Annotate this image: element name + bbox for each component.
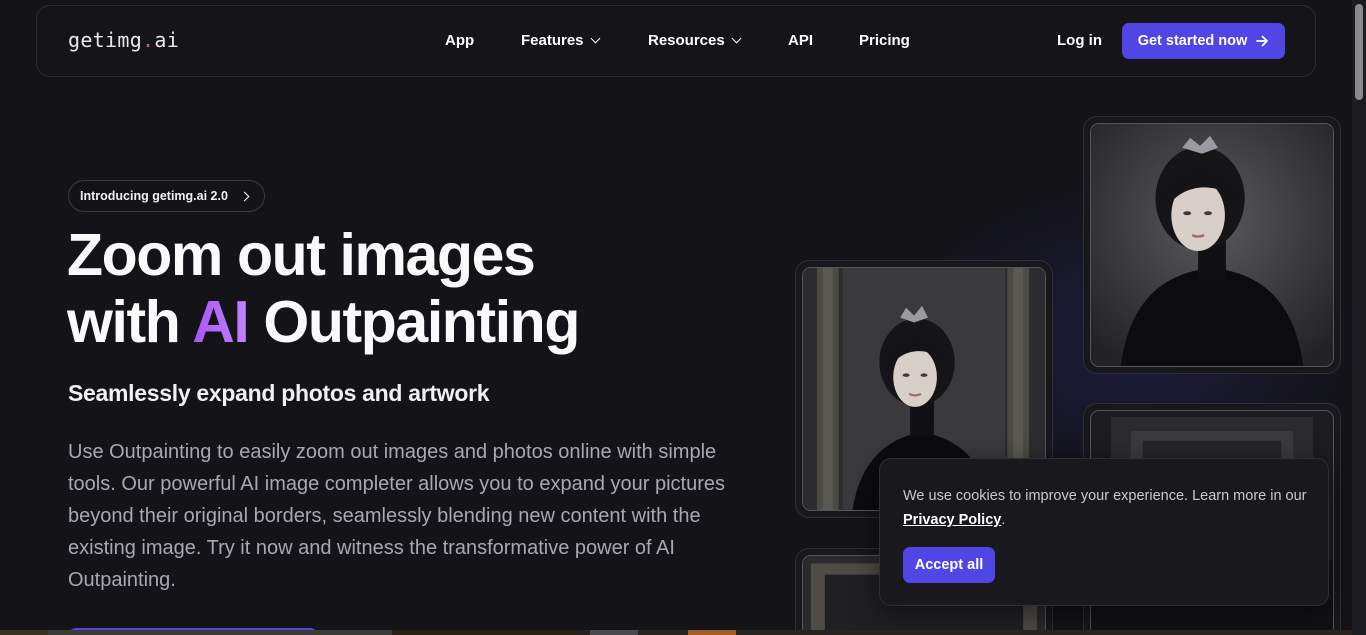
nav-link-label: Pricing: [859, 32, 910, 49]
get-started-button[interactable]: Get started now: [1122, 23, 1285, 59]
nav-link-app[interactable]: App: [445, 32, 474, 49]
logo-text-prefix: getimg: [68, 28, 143, 52]
gallery-image-original: [1083, 116, 1341, 374]
hero-subtitle: Seamlessly expand photos and artwork: [68, 380, 490, 406]
hero-title-line1: Zoom out images: [67, 222, 536, 288]
nav-link-features[interactable]: Features: [521, 32, 600, 49]
cookie-text: We use cookies to improve your experienc…: [903, 488, 1307, 504]
logo-text-suffix: ai: [154, 28, 180, 52]
cookie-text-end: .: [1001, 512, 1006, 528]
cookie-message: We use cookies to improve your experienc…: [903, 484, 1308, 532]
chevron-right-icon: [239, 191, 250, 202]
scrollbar-thumb[interactable]: [1355, 4, 1363, 100]
nav-link-label: App: [445, 32, 475, 49]
top-navbar: getimg.ai App Features Resources API Pri…: [36, 5, 1316, 77]
accept-all-button[interactable]: Accept all: [903, 547, 995, 583]
arrow-right-icon: [1256, 35, 1269, 47]
getimg-logo[interactable]: getimg.ai: [68, 28, 179, 52]
strip-segment: [0, 630, 48, 635]
logo-dot: .: [142, 28, 155, 52]
portrait-photo: [1090, 123, 1334, 367]
nav-link-api[interactable]: API: [788, 32, 813, 49]
nav-link-label: API: [788, 32, 814, 49]
get-started-label: Get started now: [1137, 33, 1248, 49]
hero-title: Zoom out images with AI Outpainting: [67, 222, 707, 356]
strip-segment: [688, 630, 736, 635]
hero-title-line2-post: Outpainting: [248, 289, 580, 355]
privacy-policy-link[interactable]: Privacy Policy: [903, 512, 1001, 528]
page-scrollbar[interactable]: [1352, 0, 1366, 635]
hero-description: Use Outpainting to easily zoom out image…: [68, 441, 725, 591]
nav-link-pricing[interactable]: Pricing: [859, 32, 910, 49]
strip-segment: [392, 630, 590, 635]
strip-segment: [590, 630, 638, 635]
nav-link-resources[interactable]: Resources: [648, 32, 742, 49]
hero-title-line2-pre: with: [67, 289, 193, 355]
chevron-down-icon: [590, 33, 600, 44]
nav-link-label: Features: [521, 32, 584, 49]
strip-segment: [48, 630, 392, 635]
intro-badge-label: Introducing getimg.ai 2.0: [80, 189, 228, 203]
intro-badge[interactable]: Introducing getimg.ai 2.0: [68, 180, 265, 212]
nav-link-label: Resources: [648, 32, 725, 49]
bottom-image-strip: [0, 630, 1352, 635]
chevron-down-icon: [731, 33, 742, 44]
cookie-banner: We use cookies to improve your experienc…: [879, 458, 1329, 606]
hero-title-accent: AI: [192, 289, 250, 355]
login-link[interactable]: Log in: [1057, 32, 1102, 49]
